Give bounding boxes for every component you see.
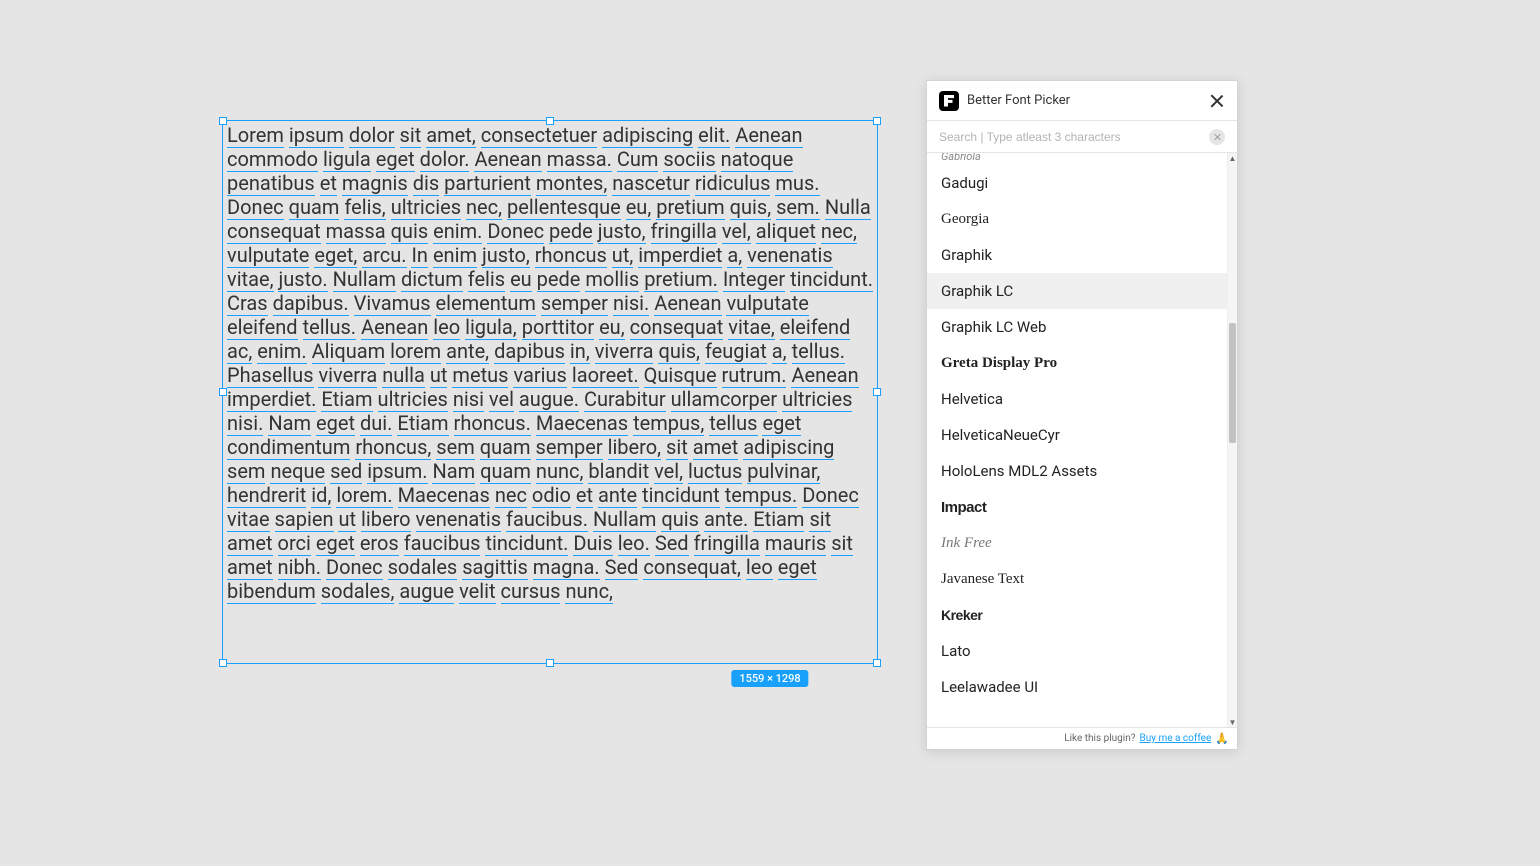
clear-search-icon[interactable]: [1209, 129, 1225, 145]
plugin-icon: [939, 91, 959, 111]
resize-handle-tl[interactable]: [219, 117, 227, 125]
search-input[interactable]: [939, 130, 1209, 144]
scroll-up-icon[interactable]: ▲: [1228, 153, 1237, 163]
selection-size-badge: 1559 × 1298: [731, 670, 808, 687]
scroll-down-icon[interactable]: ▼: [1228, 717, 1237, 727]
resize-handle-bl[interactable]: [219, 659, 227, 667]
font-list-wrapper: Gabriola GadugiGeorgiaGraphikGraphik LCG…: [927, 153, 1237, 727]
font-item[interactable]: Graphik LC Web: [927, 309, 1227, 345]
resize-handle-mb[interactable]: [546, 659, 554, 667]
resize-handle-tr[interactable]: [873, 117, 881, 125]
canvas-text-content[interactable]: Lorem ipsum dolor sit amet, consectetuer…: [223, 121, 877, 603]
font-item[interactable]: Georgia: [927, 201, 1227, 237]
scrollbar-track[interactable]: ▲ ▼: [1227, 153, 1237, 727]
panel-footer: Like this plugin? Buy me a coffee 🙏: [927, 727, 1237, 749]
buy-coffee-link[interactable]: Buy me a coffee: [1139, 733, 1211, 744]
pray-icon: 🙏: [1215, 732, 1229, 745]
font-list[interactable]: Gabriola GadugiGeorgiaGraphikGraphik LCG…: [927, 153, 1227, 727]
font-item-partial[interactable]: Gabriola: [927, 153, 1227, 165]
scrollbar-thumb[interactable]: [1229, 323, 1236, 443]
resize-handle-ml[interactable]: [219, 388, 227, 396]
font-item[interactable]: Kreker: [927, 597, 1227, 633]
font-item[interactable]: Greta Display Pro: [927, 345, 1227, 381]
font-item[interactable]: Graphik LC: [927, 273, 1227, 309]
font-item[interactable]: Helvetica: [927, 381, 1227, 417]
selected-text-frame[interactable]: Lorem ipsum dolor sit amet, consectetuer…: [222, 120, 878, 664]
close-icon[interactable]: [1209, 93, 1225, 109]
resize-handle-br[interactable]: [873, 659, 881, 667]
font-item[interactable]: Graphik: [927, 237, 1227, 273]
font-item[interactable]: Gadugi: [927, 165, 1227, 201]
font-picker-panel: Better Font Picker Gabriola GadugiGeorgi…: [926, 80, 1238, 750]
panel-title: Better Font Picker: [967, 93, 1209, 108]
search-row: [927, 121, 1237, 153]
font-item[interactable]: HelveticaNeueCyr: [927, 417, 1227, 453]
font-item[interactable]: HoloLens MDL2 Assets: [927, 453, 1227, 489]
font-item[interactable]: Ink Free: [927, 525, 1227, 561]
font-item[interactable]: Lato: [927, 633, 1227, 669]
font-item[interactable]: Javanese Text: [927, 561, 1227, 597]
resize-handle-mr[interactable]: [873, 388, 881, 396]
resize-handle-mt[interactable]: [546, 117, 554, 125]
font-item[interactable]: Impact: [927, 489, 1227, 525]
font-item[interactable]: Leelawadee UI: [927, 669, 1227, 705]
panel-header: Better Font Picker: [927, 81, 1237, 121]
footer-text: Like this plugin?: [1064, 733, 1135, 744]
